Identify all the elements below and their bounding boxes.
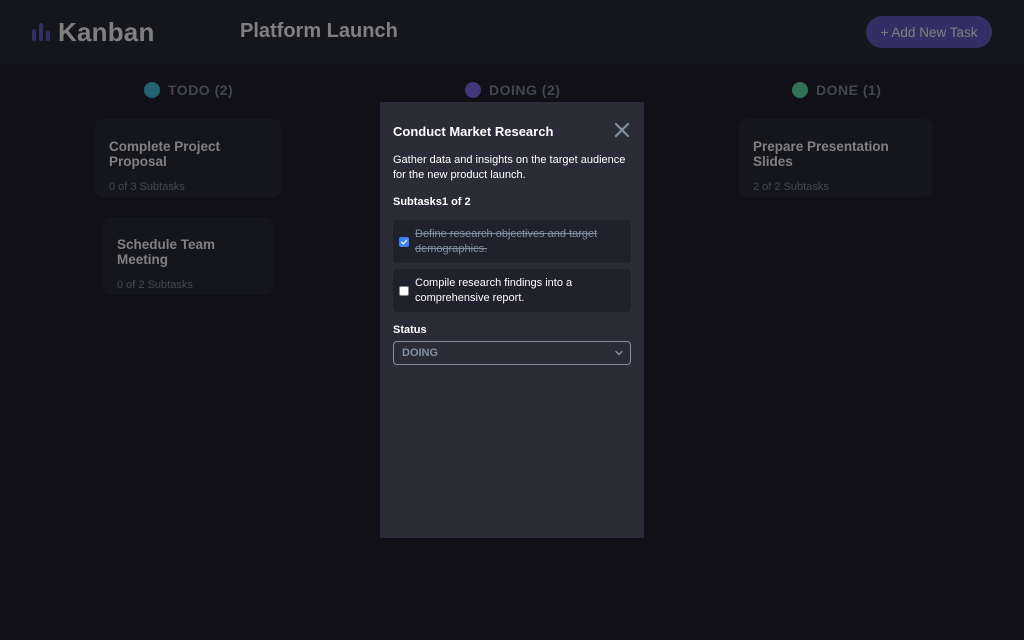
- task-description: Gather data and insights on the target a…: [393, 154, 626, 181]
- subtask-item[interactable]: Compile research findings into a compreh…: [393, 269, 631, 312]
- modal-title: Conduct Market Research: [393, 124, 554, 139]
- chevron-down-icon: [615, 350, 623, 356]
- subtask-text: Compile research findings into a compreh…: [415, 277, 573, 304]
- status-label: Status: [393, 324, 427, 336]
- close-icon[interactable]: [614, 122, 630, 138]
- status-value: DOING: [402, 347, 439, 359]
- subtasks-label: Subtasks1 of 2: [393, 196, 471, 208]
- task-detail-modal: Conduct Market Research Gather data and …: [380, 102, 644, 538]
- subtask-checkbox[interactable]: [399, 285, 409, 296]
- subtask-text: Define research objectives and target de…: [415, 228, 598, 255]
- subtask-checkbox[interactable]: [399, 236, 409, 247]
- checkmark-icon: [400, 239, 408, 245]
- status-select[interactable]: DOING: [393, 341, 631, 365]
- subtask-item[interactable]: Define research objectives and target de…: [393, 220, 631, 263]
